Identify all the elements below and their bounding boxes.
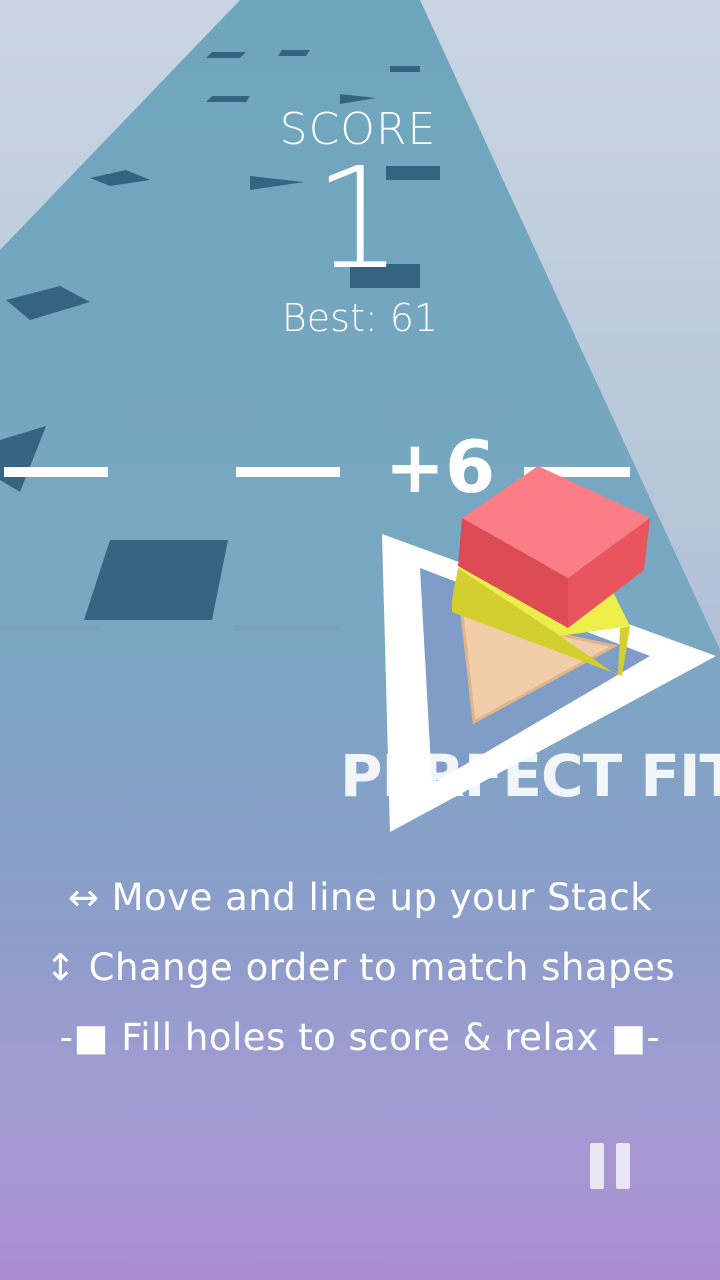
best-label: Best:	[281, 296, 378, 340]
instruction-fill: -■ Fill holes to score & relax ■-	[59, 1016, 661, 1059]
perfect-fit-text: PERFECT FIT	[340, 742, 720, 810]
instruction-order: ↕ Change order to match shapes	[44, 946, 676, 989]
best-value: 61	[389, 296, 439, 340]
pause-icon	[590, 1143, 604, 1189]
instruction-move: ↔ Move and line up your Stack	[67, 876, 653, 919]
best-score: Best: 61	[240, 296, 480, 340]
pause-button[interactable]	[586, 1143, 634, 1191]
pause-icon	[616, 1143, 630, 1189]
bonus-points: +6	[384, 425, 496, 509]
score-value: 1	[313, 138, 403, 301]
